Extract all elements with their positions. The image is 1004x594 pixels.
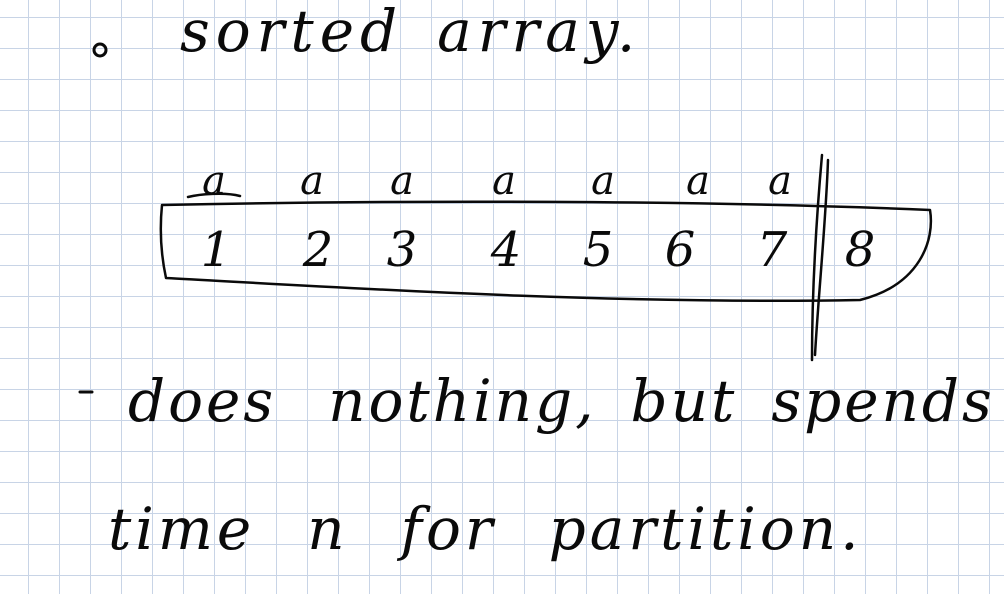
array-mark: a <box>591 158 615 204</box>
array-cell: 4 <box>490 222 522 278</box>
array-cell: 1 <box>200 222 232 278</box>
bullet-dot <box>92 42 108 58</box>
note-word: but <box>630 367 738 435</box>
array-mark: a <box>768 158 792 204</box>
array-cell: 7 <box>756 222 788 278</box>
array-cell: 3 <box>386 222 418 278</box>
array-cell: 8 <box>844 222 876 278</box>
note-word: n <box>307 495 349 563</box>
note-word: partition. <box>548 495 863 563</box>
note-sorted-array: sorted array. <box>180 2 641 60</box>
partition-divider <box>810 153 830 362</box>
array-mark: a <box>686 158 710 204</box>
note-word: nothing, <box>328 367 597 435</box>
array-mark: a <box>492 158 516 204</box>
array-cell: 6 <box>664 222 696 278</box>
note-word: time <box>108 495 256 563</box>
note-does-nothing: does nothing, but spends <box>128 372 995 430</box>
array-cell: 5 <box>582 222 614 278</box>
array-cell: 2 <box>302 222 334 278</box>
note-word: for <box>400 495 497 563</box>
note-word: spends <box>771 367 995 435</box>
array-mark: a <box>202 158 226 204</box>
note-word: sorted <box>180 0 404 65</box>
array-mark: a <box>300 158 324 204</box>
note-time-partition: time n for partition. <box>108 500 863 558</box>
note-word: array. <box>437 0 642 65</box>
note-word: does <box>128 367 277 435</box>
array-mark: a <box>390 158 414 204</box>
